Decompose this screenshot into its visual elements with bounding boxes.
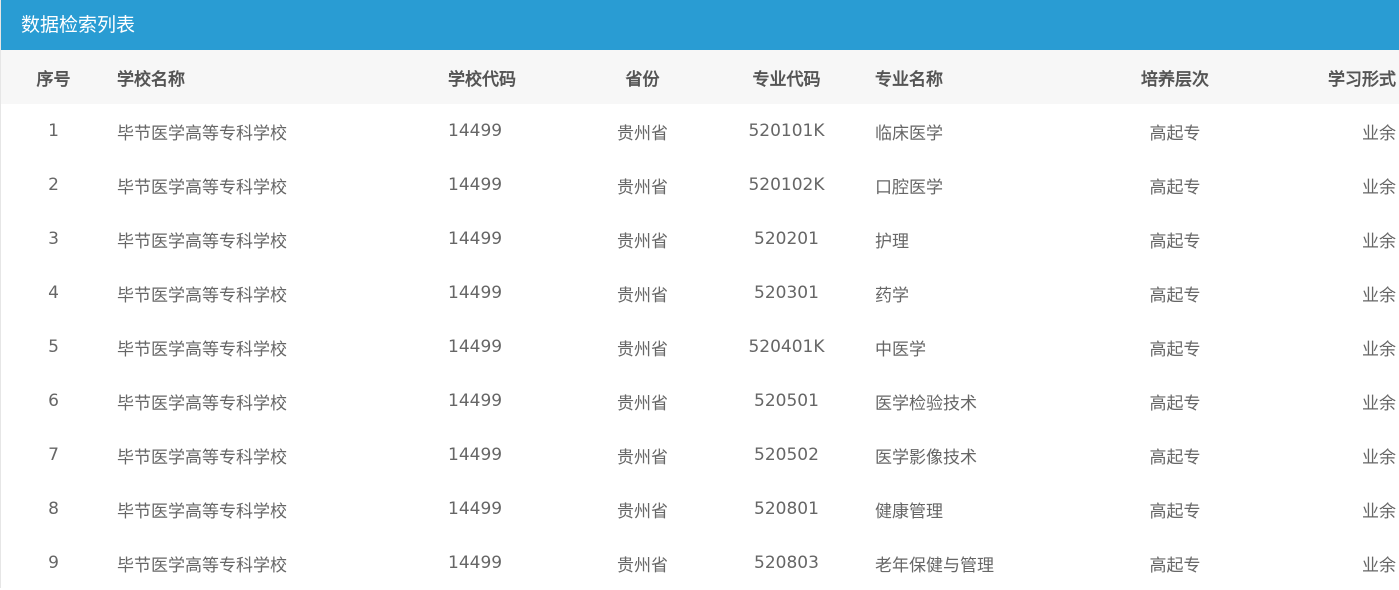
cell-level: 高起专 [1149, 177, 1201, 198]
cell-index: 2 [48, 175, 59, 195]
cell-index: 1 [48, 121, 59, 141]
cell-province: 贵州省 [617, 501, 668, 522]
cell-major-code: 520101K [748, 121, 825, 141]
cell-index: 8 [48, 499, 59, 519]
cell-major-name: 药学 [875, 285, 909, 306]
table-row: 6 毕节医学高等专科学校 14499 贵州省 520501 医学检验技术 高起专… [1, 374, 1399, 428]
table-row: 5 毕节医学高等专科学校 14499 贵州省 520401K 中医学 高起专 业… [1, 320, 1399, 374]
cell-school-name: 毕节医学高等专科学校 [117, 555, 287, 576]
cell-province: 贵州省 [617, 231, 668, 252]
header-school-name: 学校名称 [117, 69, 185, 90]
cell-province: 贵州省 [617, 285, 668, 306]
cell-study-mode: 业余 [1362, 231, 1396, 252]
cell-index: 5 [48, 337, 59, 357]
table-row: 1 毕节医学高等专科学校 14499 贵州省 520101K 临床医学 高起专 … [1, 104, 1399, 158]
cell-major-code: 520502 [754, 445, 819, 465]
panel-title: 数据检索列表 [1, 0, 1399, 50]
cell-province: 贵州省 [617, 177, 668, 198]
cell-school-code: 14499 [448, 391, 503, 411]
cell-major-code: 520501 [754, 391, 819, 411]
table-row: 4 毕节医学高等专科学校 14499 贵州省 520301 药学 高起专 业余 [1, 266, 1399, 320]
cell-study-mode: 业余 [1362, 339, 1396, 360]
cell-major-code: 520803 [754, 553, 819, 573]
cell-major-name: 医学影像技术 [875, 447, 977, 468]
header-school-code: 学校代码 [448, 69, 516, 90]
cell-level: 高起专 [1149, 123, 1201, 144]
cell-school-name: 毕节医学高等专科学校 [117, 231, 287, 252]
cell-school-code: 14499 [448, 445, 503, 465]
header-row: 序号 学校名称 学校代码 省份 专业代码 专业名称 培养层次 学习形式 [1, 50, 1399, 104]
header-level: 培养层次 [1141, 69, 1209, 90]
cell-major-code: 520301 [754, 283, 819, 303]
header-province: 省份 [625, 69, 660, 90]
cell-study-mode: 业余 [1362, 501, 1396, 522]
table-header: 序号 学校名称 学校代码 省份 专业代码 专业名称 培养层次 学习形式 [1, 50, 1399, 104]
cell-school-name: 毕节医学高等专科学校 [117, 447, 287, 468]
cell-province: 贵州省 [617, 339, 668, 360]
cell-school-code: 14499 [448, 229, 503, 249]
cell-level: 高起专 [1149, 501, 1201, 522]
cell-study-mode: 业余 [1362, 555, 1396, 576]
cell-major-name: 健康管理 [875, 501, 943, 522]
results-table: 序号 学校名称 学校代码 省份 专业代码 专业名称 培养层次 学习形式 1 毕节… [1, 50, 1399, 590]
table-body: 1 毕节医学高等专科学校 14499 贵州省 520101K 临床医学 高起专 … [1, 104, 1399, 590]
header-study-mode: 学习形式 [1328, 69, 1396, 90]
cell-major-code: 520801 [754, 499, 819, 519]
cell-index: 9 [48, 553, 59, 573]
cell-level: 高起专 [1149, 555, 1201, 576]
cell-major-name: 护理 [875, 231, 909, 252]
cell-major-name: 临床医学 [875, 123, 943, 144]
cell-study-mode: 业余 [1362, 177, 1396, 198]
cell-province: 贵州省 [617, 447, 668, 468]
cell-school-name: 毕节医学高等专科学校 [117, 339, 287, 360]
cell-school-name: 毕节医学高等专科学校 [117, 123, 287, 144]
cell-province: 贵州省 [617, 393, 668, 414]
cell-study-mode: 业余 [1362, 285, 1396, 306]
cell-school-name: 毕节医学高等专科学校 [117, 501, 287, 522]
cell-level: 高起专 [1149, 231, 1201, 252]
header-major-name: 专业名称 [875, 69, 943, 90]
cell-major-code: 520401K [748, 337, 825, 357]
cell-school-code: 14499 [448, 175, 503, 195]
cell-school-code: 14499 [448, 553, 503, 573]
table-row: 8 毕节医学高等专科学校 14499 贵州省 520801 健康管理 高起专 业… [1, 482, 1399, 536]
header-major-code: 专业代码 [752, 69, 821, 90]
table-row: 3 毕节医学高等专科学校 14499 贵州省 520201 护理 高起专 业余 [1, 212, 1399, 266]
cell-school-code: 14499 [448, 283, 503, 303]
cell-level: 高起专 [1149, 393, 1201, 414]
cell-major-name: 中医学 [875, 339, 926, 360]
cell-index: 7 [48, 445, 59, 465]
cell-school-code: 14499 [448, 121, 503, 141]
cell-index: 6 [48, 391, 59, 411]
cell-province: 贵州省 [617, 123, 668, 144]
cell-school-name: 毕节医学高等专科学校 [117, 393, 287, 414]
cell-level: 高起专 [1149, 285, 1201, 306]
data-search-panel: 数据检索列表 序号 学校名称 学校代码 省份 专业代码 专业名称 培养层次 学习… [0, 0, 1399, 590]
cell-level: 高起专 [1149, 447, 1201, 468]
cell-study-mode: 业余 [1362, 447, 1396, 468]
cell-major-code: 520201 [754, 229, 819, 249]
cell-major-name: 老年保健与管理 [875, 555, 994, 576]
cell-major-code: 520102K [748, 175, 825, 195]
cell-index: 3 [48, 229, 59, 249]
header-index: 序号 [36, 69, 71, 90]
cell-index: 4 [48, 283, 59, 303]
cell-school-code: 14499 [448, 337, 503, 357]
cell-major-name: 医学检验技术 [875, 393, 977, 414]
cell-study-mode: 业余 [1362, 393, 1396, 414]
cell-province: 贵州省 [617, 555, 668, 576]
cell-school-name: 毕节医学高等专科学校 [117, 285, 287, 306]
table-row: 9 毕节医学高等专科学校 14499 贵州省 520803 老年保健与管理 高起… [1, 536, 1399, 590]
cell-major-name: 口腔医学 [875, 177, 943, 198]
cell-school-name: 毕节医学高等专科学校 [117, 177, 287, 198]
cell-study-mode: 业余 [1362, 123, 1396, 144]
table-row: 7 毕节医学高等专科学校 14499 贵州省 520502 医学影像技术 高起专… [1, 428, 1399, 482]
cell-school-code: 14499 [448, 499, 503, 519]
cell-level: 高起专 [1149, 339, 1201, 360]
table-row: 2 毕节医学高等专科学校 14499 贵州省 520102K 口腔医学 高起专 … [1, 158, 1399, 212]
